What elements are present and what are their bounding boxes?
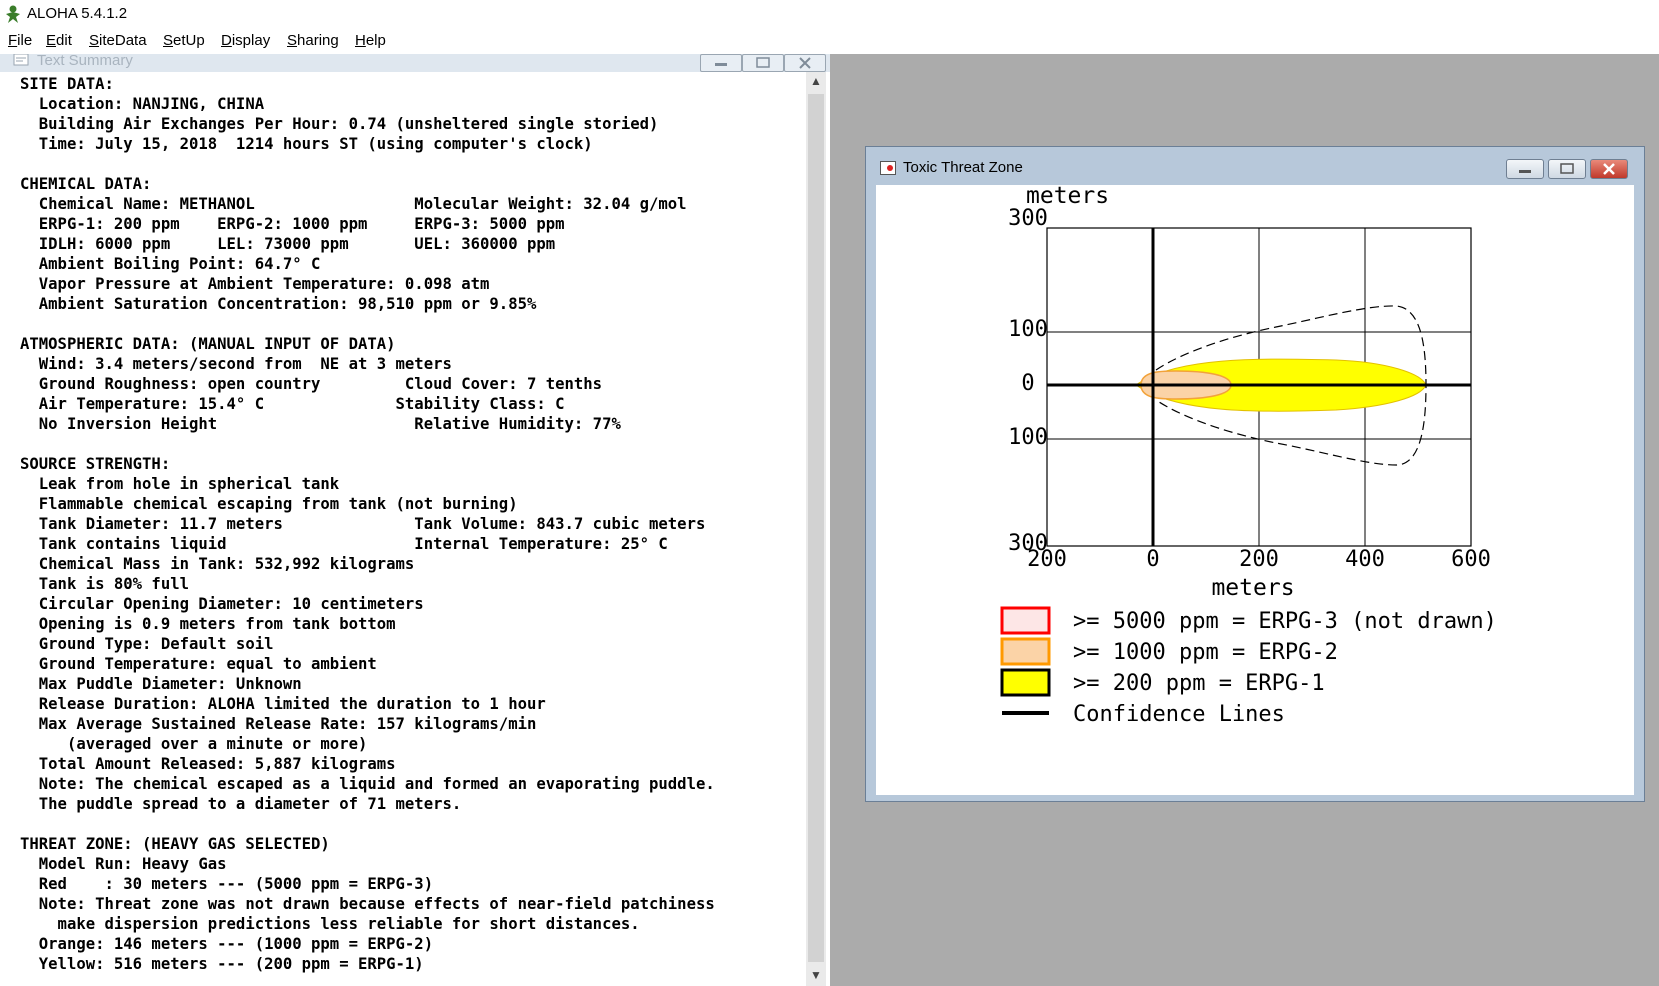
threat-zone-titlebar[interactable]: Toxic Threat Zone: [866, 147, 1644, 183]
scroll-up-arrow-icon[interactable]: ▲: [810, 74, 822, 88]
legend-label-erpg1: >= 200 ppm = ERPG-1: [1073, 671, 1325, 696]
app-title: ALOHA 5.4.1.2: [27, 5, 128, 22]
menu-file[interactable]: File: [8, 32, 32, 49]
y-tick-label: 100: [1008, 317, 1048, 342]
close-icon: [1603, 163, 1615, 175]
x-tick-label: 600: [1451, 547, 1491, 572]
maximize-icon: [756, 57, 770, 68]
x-tick-label: 200: [1239, 547, 1279, 572]
close-button[interactable]: [784, 54, 826, 72]
y-tick-label: 0: [1021, 371, 1034, 396]
threat-zone-plot: meters meters 300 100 0 100 300 200 0 20…: [1000, 185, 1497, 727]
text-summary-window: Text Summary SITE DATA: Location: NANJIN…: [0, 52, 830, 986]
menu-sharing[interactable]: Sharing: [287, 32, 339, 49]
x-tick-label: 200: [1027, 547, 1067, 572]
x-unit-label: meters: [1211, 575, 1294, 601]
y-tick-label: 300: [1008, 206, 1048, 231]
threat-maximize-button[interactable]: [1548, 159, 1586, 179]
minimize-icon: [715, 63, 727, 66]
menu-display[interactable]: Display: [221, 32, 270, 49]
text-summary-content: SITE DATA: Location: NANJING, CHINA Buil…: [20, 75, 715, 973]
text-summary-titlebar[interactable]: Text Summary: [0, 52, 830, 72]
threat-zone-plot-area: meters meters 300 100 0 100 300 200 0 20…: [876, 185, 1634, 795]
threat-zone-window-icon: [880, 161, 896, 175]
maximize-button[interactable]: [742, 54, 784, 72]
menu-edit[interactable]: Edit: [46, 32, 72, 49]
close-icon: [799, 57, 811, 69]
menu-help[interactable]: Help: [355, 32, 386, 49]
x-tick-label: 0: [1146, 547, 1159, 572]
threat-close-button[interactable]: [1590, 159, 1628, 179]
maximize-icon: [1560, 163, 1574, 174]
legend-swatch-erpg2: [1000, 637, 1051, 666]
x-tick-label: 400: [1345, 547, 1385, 572]
threat-minimize-button[interactable]: [1506, 159, 1544, 179]
threat-zone-title: Toxic Threat Zone: [903, 159, 1023, 176]
menu-setup[interactable]: SetUp: [163, 32, 205, 49]
aloha-icon: [6, 5, 20, 23]
legend-label-confidence: Confidence Lines: [1073, 702, 1285, 727]
scroll-thumb[interactable]: [808, 94, 824, 962]
menu-bar: File Edit SiteData SetUp Display Sharing…: [0, 28, 1659, 54]
y-tick-label: 100: [1008, 425, 1048, 450]
toxic-threat-zone-window: Toxic Threat Zone meters meters 300 100 …: [865, 146, 1645, 802]
legend-swatch-erpg1: [1000, 668, 1051, 697]
text-summary-body: SITE DATA: Location: NANJING, CHINA Buil…: [0, 72, 806, 986]
minimize-button[interactable]: [700, 54, 742, 72]
app-titlebar: ALOHA 5.4.1.2: [0, 0, 1659, 28]
legend-label-erpg2: >= 1000 ppm = ERPG-2: [1073, 640, 1338, 665]
text-summary-icon: [13, 54, 29, 66]
minimize-icon: [1519, 170, 1531, 173]
legend-label-erpg3: >= 5000 ppm = ERPG-3 (not drawn): [1073, 609, 1497, 634]
legend-swatch-erpg3: [1000, 606, 1051, 635]
scroll-down-arrow-icon[interactable]: ▼: [810, 968, 822, 982]
vertical-scrollbar[interactable]: ▲ ▼: [806, 72, 826, 986]
menu-sitedata[interactable]: SiteData: [89, 32, 147, 49]
text-summary-title: Text Summary: [37, 52, 133, 69]
